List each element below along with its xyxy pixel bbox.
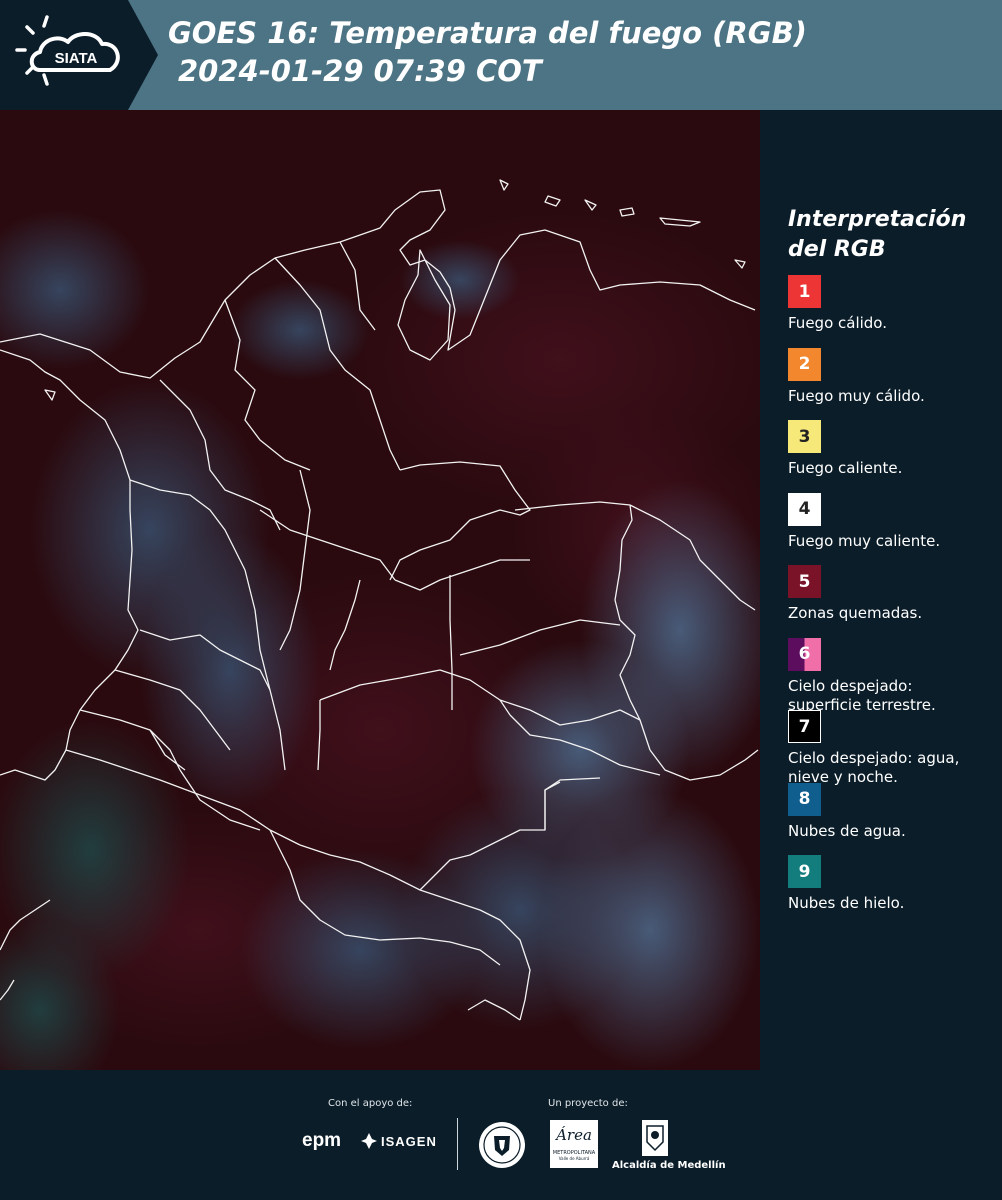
legend-item-7: 7 Cielo despejado: agua, nieve y noche. xyxy=(788,710,988,786)
legend-label-9: Nubes de hielo. xyxy=(788,894,905,912)
legend-item-3: 3 Fuego caliente. xyxy=(788,420,988,493)
rgb-legend: Interpretación del RGB 1 Fuego cálido. 2 Fu… xyxy=(788,205,988,928)
page-title: GOES 16: Temperatura del fuego (RGB) 202… xyxy=(168,14,807,90)
legend-label-2: Fuego muy cálido. xyxy=(788,386,925,405)
legend-items: 1 Fuego cálido. 2 Fuego muy cálido. 3 Fuego c… xyxy=(788,275,988,928)
medellin-coat-of-arms-icon xyxy=(640,1118,670,1162)
legend-swatch-6: 6 xyxy=(788,637,821,671)
project-label: Un proyecto de: xyxy=(548,1098,628,1109)
legend-swatch-5: 5 xyxy=(788,565,821,598)
legend-label-5: Zonas quemadas. xyxy=(788,604,923,622)
isagen-text: ISAGEN xyxy=(381,1133,437,1149)
legend-item-9: 9 Nubes de hielo. xyxy=(788,855,988,928)
area-logo-subtitle-2: Valle de Aburrá xyxy=(558,1156,590,1161)
legend-label-8: Nubes de agua. xyxy=(788,821,906,840)
legend-swatch-4: 4 xyxy=(788,492,821,526)
footer: Con el apoyo de: Un proyecto de: epm ISA… xyxy=(0,1070,1002,1200)
satellite-map[interactable] xyxy=(0,110,760,1070)
legend-item-1: 1 Fuego cálido. xyxy=(788,275,988,348)
legend-title: Interpretación del RGB xyxy=(788,205,988,265)
legend-label-1: Fuego cálido. xyxy=(788,314,887,332)
legend-swatch-3: 3 xyxy=(788,420,821,453)
legend-item-5: 5 Zonas quemadas. xyxy=(788,565,988,638)
legend-item-2: 2 Fuego muy cálido. xyxy=(788,347,988,421)
legend-label-7: Cielo despejado: agua, nieve y noche. xyxy=(788,749,960,786)
alcaldia-logo-text: Alcaldía de Medellín xyxy=(612,1160,726,1171)
legend-swatch-9: 9 xyxy=(788,855,821,888)
legend-label-4: Fuego muy caliente. xyxy=(788,531,941,550)
legend-swatch-1: 1 xyxy=(788,275,821,308)
legend-swatch-2: 2 xyxy=(788,347,821,381)
area-logo-text: Área xyxy=(556,1126,592,1144)
siata-logo: SIATA xyxy=(0,0,160,110)
epm-logo: epm xyxy=(302,1130,342,1151)
header-bar: SIATA GOES 16: Temperatura del fuego (RG… xyxy=(0,0,1002,110)
title-line-2: 2024-01-29 07:39 COT xyxy=(178,54,542,88)
legend-title-line-1: Interpretación xyxy=(788,207,967,232)
legend-title-line-2: del RGB xyxy=(788,237,886,262)
legend-swatch-7: 7 xyxy=(788,710,821,743)
isagen-mark-icon xyxy=(361,1133,377,1149)
title-line-1: GOES 16: Temperatura del fuego (RGB) xyxy=(168,16,807,50)
legend-item-6: 6 Cielo despejado: superficie terrestre. xyxy=(788,637,988,714)
legend-item-4: 4 Fuego muy caliente. xyxy=(788,492,988,566)
footer-divider xyxy=(457,1118,458,1170)
area-metropolitana-logo: Área METROPOLITANA Valle de Aburrá xyxy=(550,1120,598,1168)
isagen-logo: ISAGEN xyxy=(360,1132,437,1150)
university-seal-icon xyxy=(477,1120,527,1174)
legend-swatch-8: 8 xyxy=(788,782,821,816)
legend-label-3: Fuego caliente. xyxy=(788,459,903,477)
legend-item-8: 8 Nubes de agua. xyxy=(788,782,988,856)
legend-label-6: Cielo despejado: superficie terrestre. xyxy=(788,676,936,714)
support-label: Con el apoyo de: xyxy=(328,1098,413,1109)
siata-logo-text: SIATA xyxy=(55,50,98,67)
